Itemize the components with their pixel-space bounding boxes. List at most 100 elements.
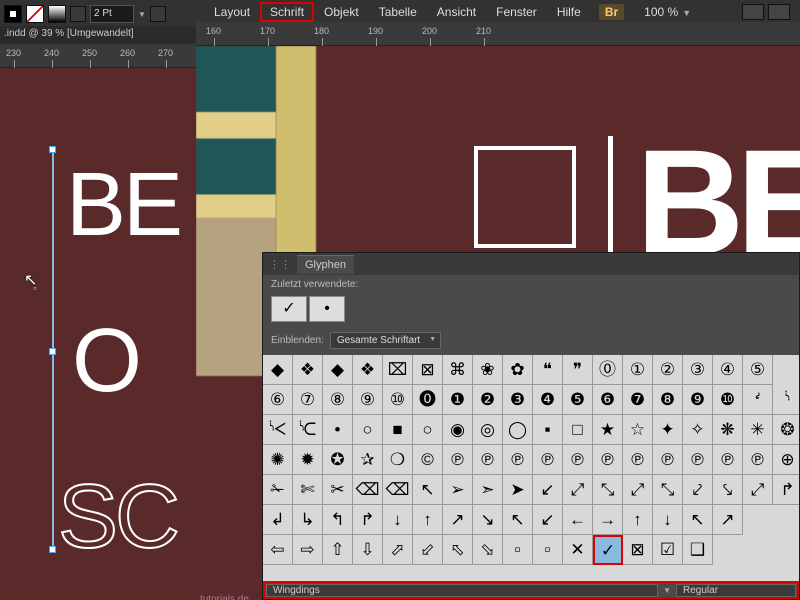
- glyph-cell[interactable]: ᔊ: [743, 385, 773, 415]
- glyph-cell[interactable]: ★: [593, 415, 623, 445]
- canvas-left-page[interactable]: BE O SC: [0, 68, 196, 600]
- stroke-stepper[interactable]: [70, 6, 86, 22]
- glyph-cell[interactable]: ▫: [533, 535, 563, 565]
- glyph-cell[interactable]: ℗: [653, 445, 683, 475]
- glyph-cell[interactable]: ❼: [623, 385, 653, 415]
- glyph-cell[interactable]: ✪: [323, 445, 353, 475]
- glyph-cell[interactable]: ❞: [563, 355, 593, 385]
- glyph-cell[interactable]: ❺: [563, 385, 593, 415]
- chevron-down-icon[interactable]: ▼: [138, 10, 146, 19]
- glyph-cell[interactable]: ❋: [713, 415, 743, 445]
- glyph-cell[interactable]: ❽: [653, 385, 683, 415]
- glyph-cell[interactable]: ⤢: [743, 475, 773, 505]
- glyph-cell[interactable]: ⤦: [683, 475, 713, 505]
- glyph-cell[interactable]: ○: [413, 415, 443, 445]
- glyph-cell[interactable]: ✺: [263, 445, 293, 475]
- glyph-cell[interactable]: ⬁: [443, 535, 473, 565]
- glyph-cell[interactable]: ↗: [713, 505, 743, 535]
- glyph-cell[interactable]: ᔋ: [773, 385, 799, 415]
- glyph-cell[interactable]: ❖: [293, 355, 323, 385]
- glyph-cell[interactable]: ◉: [443, 415, 473, 445]
- glyph-cell[interactable]: ℗: [533, 445, 563, 475]
- glyph-cell[interactable]: ↙: [533, 505, 563, 535]
- glyph-cell[interactable]: ⇧: [323, 535, 353, 565]
- glyph-cell[interactable]: ▪: [533, 415, 563, 445]
- glyph-cell[interactable]: ❑: [683, 535, 713, 565]
- glyph-cell[interactable]: ❿: [713, 385, 743, 415]
- glyph-cell[interactable]: ➤: [503, 475, 533, 505]
- glyph-cell[interactable]: ○: [353, 415, 383, 445]
- glyph-cell[interactable]: ❖: [353, 355, 383, 385]
- glyph-cell[interactable]: ▫: [503, 535, 533, 565]
- menu-layout[interactable]: Layout: [204, 2, 260, 22]
- view-mode-button-2[interactable]: [768, 4, 790, 20]
- glyph-cell[interactable]: ℗: [503, 445, 533, 475]
- glyph-cell[interactable]: ↖: [503, 505, 533, 535]
- glyph-cell[interactable]: ⓪: [593, 355, 623, 385]
- glyph-cell[interactable]: ⇦: [263, 535, 293, 565]
- glyph-cell[interactable]: ①: [623, 355, 653, 385]
- glyph-cell[interactable]: ⌘: [443, 355, 473, 385]
- text-frame[interactable]: O: [72, 310, 139, 413]
- glyph-cell[interactable]: ■: [383, 415, 413, 445]
- glyph-cell[interactable]: ⤥: [713, 475, 743, 505]
- glyph-cell[interactable]: ⤢: [623, 475, 653, 505]
- panel-tab-bar[interactable]: ⋮⋮ Glyphen: [263, 253, 799, 275]
- gradient-swatch[interactable]: [48, 5, 66, 23]
- glyph-cell[interactable]: ❾: [683, 385, 713, 415]
- glyph-cell[interactable]: ↓: [653, 505, 683, 535]
- glyph-cell[interactable]: ◆: [263, 355, 293, 385]
- menu-schrift[interactable]: Schrift: [260, 2, 314, 22]
- glyph-cell[interactable]: ℗: [713, 445, 743, 475]
- glyph-cell[interactable]: ☑: [653, 535, 683, 565]
- glyph-cell[interactable]: ✂: [323, 475, 353, 505]
- glyph-cell[interactable]: ⑨: [353, 385, 383, 415]
- glyph-cell[interactable]: ❀: [473, 355, 503, 385]
- glyph-cell[interactable]: ᔍ: [293, 415, 323, 445]
- glyph-cell[interactable]: ④: [713, 355, 743, 385]
- panel-grip-icon[interactable]: ⋮⋮: [269, 258, 291, 271]
- glyph-cell[interactable]: ⑦: [293, 385, 323, 415]
- glyph-cell[interactable]: ❂: [773, 415, 799, 445]
- rectangle-frame[interactable]: [474, 146, 576, 248]
- font-family-dropdown[interactable]: Wingdings: [266, 584, 658, 597]
- glyph-cell[interactable]: ↙: [533, 475, 563, 505]
- menu-tabelle[interactable]: Tabelle: [369, 2, 427, 22]
- glyph-cell[interactable]: ✳: [743, 415, 773, 445]
- chevron-down-icon[interactable]: ▼: [659, 586, 675, 595]
- fill-none-swatch[interactable]: [26, 5, 44, 23]
- menu-fenster[interactable]: Fenster: [486, 2, 547, 22]
- glyph-cell[interactable]: ↲: [263, 505, 293, 535]
- glyph-cell[interactable]: ③: [683, 355, 713, 385]
- glyph-cell[interactable]: ✧: [683, 415, 713, 445]
- glyph-cell[interactable]: ℗: [443, 445, 473, 475]
- document-tab[interactable]: .indd @ 39 % [Umgewandelt]: [0, 26, 196, 44]
- glyph-cell[interactable]: ℗: [473, 445, 503, 475]
- glyph-cell[interactable]: ⓿: [413, 385, 443, 415]
- glyph-cell[interactable]: ⑩: [383, 385, 413, 415]
- glyph-cell[interactable]: ↳: [293, 505, 323, 535]
- glyph-cell[interactable]: ⑤: [743, 355, 773, 385]
- glyph-cell[interactable]: ↰: [323, 505, 353, 535]
- glyph-cell[interactable]: □: [563, 415, 593, 445]
- glyph-cell[interactable]: •: [323, 415, 353, 445]
- recent-glyph[interactable]: •: [309, 296, 345, 322]
- menu-objekt[interactable]: Objekt: [314, 2, 369, 22]
- glyph-cell[interactable]: ⤡: [653, 475, 683, 505]
- glyph-cell[interactable]: ✹: [293, 445, 323, 475]
- glyph-cell[interactable]: ℗: [563, 445, 593, 475]
- selection-handle[interactable]: [49, 546, 56, 553]
- glyph-cell[interactable]: →: [593, 505, 623, 535]
- glyph-cell[interactable]: ℗: [623, 445, 653, 475]
- style-dropdown[interactable]: [150, 6, 166, 22]
- menu-ansicht[interactable]: Ansicht: [427, 2, 486, 22]
- glyph-cell[interactable]: ❍: [383, 445, 413, 475]
- glyph-cell[interactable]: ✕: [563, 535, 593, 565]
- tab-glyphen[interactable]: Glyphen: [297, 255, 354, 274]
- glyph-cell[interactable]: ⌫: [353, 475, 383, 505]
- glyph-cell[interactable]: ↓: [383, 505, 413, 535]
- glyph-cell[interactable]: ⬀: [383, 535, 413, 565]
- menu-hilfe[interactable]: Hilfe: [547, 2, 591, 22]
- glyph-cell[interactable]: ⌫: [383, 475, 413, 505]
- filter-dropdown[interactable]: Gesamte Schriftart: [330, 332, 441, 349]
